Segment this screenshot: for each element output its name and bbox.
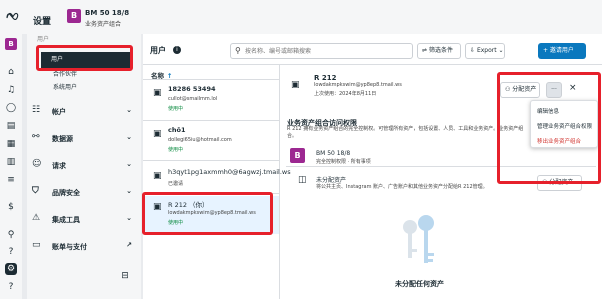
page-title: 设置 [33, 17, 52, 27]
section-title-users: 用户 [150, 46, 166, 55]
shield-icon: ⛉ [32, 186, 39, 196]
bookmark-icon[interactable]: ▤ [5, 120, 17, 132]
collapse-sidebar-icon[interactable]: ⊟ [119, 270, 131, 282]
user-card-icon: ▣ [153, 88, 162, 98]
chevron-down-icon: ⌄ [126, 214, 132, 222]
chevron-down-icon: ⌄ [126, 160, 132, 168]
unassigned-assets-icon: ◫ [298, 175, 307, 185]
list-divider [143, 160, 279, 161]
sidebar-section-billing[interactable]: ▭ 账单与支付 ↗ [32, 239, 132, 253]
user-group-icon: ☷ [32, 105, 41, 115]
export-button[interactable]: ⇩ Export ⌄ [465, 43, 505, 59]
external-link-icon: ↗ [126, 241, 132, 249]
search-icon[interactable]: ⚲ [5, 229, 17, 241]
business-avatar[interactable]: B [67, 9, 81, 23]
filter-button[interactable]: ⇌ 筛选条件 [417, 43, 461, 59]
database-icon: ⚯ [32, 132, 40, 142]
sidebar-section-brand-safety[interactable]: ⛉ 品牌安全 ⌄ [32, 185, 132, 199]
billing-icon: ▭ [32, 240, 41, 250]
user-card-icon: ▣ [153, 171, 162, 181]
asset-avatar: B [290, 148, 305, 163]
menu-icon[interactable]: ≡ [5, 174, 17, 186]
annotation-box-selected-user [142, 192, 273, 235]
detail-user-email: lowdakmpkswim@yp8ep8.tmail.ws [314, 82, 402, 88]
sidebar-item-system-users[interactable]: 系统用户 [53, 82, 77, 91]
sidebar-section-requests[interactable]: ☺ 请求 ⌄ [32, 158, 132, 172]
top-bar: 设置 B BM 50 18/8 业务资产组合 [0, 0, 602, 34]
rail-business-avatar[interactable]: B [5, 38, 17, 50]
search-input[interactable] [245, 46, 410, 57]
settings-sidebar: 用户 合作伙伴 系统用户 ☷ 帐户 ⌄ ⚯ 数据源 ⌄ ☺ 请求 ⌄ ⛉ 品牌安… [27, 34, 141, 299]
dollar-icon[interactable]: $ [5, 201, 17, 213]
export-icon: ⇩ [470, 47, 477, 54]
asset-name: BM 50 18/8 [316, 150, 351, 157]
empty-state-title: 未分配任何资产 [395, 280, 444, 288]
sidebar-section-data-sources[interactable]: ⚯ 数据源 ⌄ [32, 131, 132, 145]
help-icon[interactable]: ? [5, 246, 17, 258]
unassigned-assets-description: 将公共主页、Instagram 账户、广告账户和其他业务资产分配给R 212管理… [316, 184, 488, 190]
chevron-down-icon: ⌄ [126, 106, 132, 114]
search-box[interactable]: ⚲ [230, 43, 413, 59]
settings-icon[interactable]: ⚙ [5, 263, 17, 275]
home-icon[interactable]: ⌂ [5, 66, 17, 78]
user-list-item[interactable]: ▣ 18286 53494 cullot@smailmm.lol 使用中 [143, 82, 279, 122]
user-list-item[interactable]: ▣ chô1 dollegi65iu@hotmail.com 使用中 [143, 123, 279, 163]
chat-icon[interactable]: ◯ [5, 102, 17, 114]
portfolio-access-description: R 212 拥有业务资产组合的完全控制权。可管理所有资产，包括设置、人员、工具和… [287, 126, 524, 139]
chevron-down-icon: ⌄ [496, 47, 504, 54]
user-detail-icon: ▣ [291, 80, 300, 90]
keys-illustration [403, 215, 434, 263]
icon-rail: B ⌂ ♫ ◯ ▤ ▦ ▥ ≡ $ ⚲ ? ⚙ ? [0, 34, 22, 299]
user-card-icon: ▣ [153, 129, 162, 139]
sidebar-cut-label: 用户 [37, 36, 50, 43]
annotation-box-sidebar-users [36, 45, 133, 71]
search-icon: ⚲ [235, 46, 241, 55]
list-divider [143, 79, 279, 80]
question-icon[interactable]: ? [5, 281, 17, 293]
list-divider [143, 120, 279, 121]
detail-user-name: R 212 [314, 74, 337, 82]
info-icon[interactable]: i [173, 46, 181, 54]
detail-last-active: 上次使用：2024年8月11日 [314, 91, 377, 97]
sidebar-section-accounts[interactable]: ☷ 帐户 ⌄ [32, 104, 132, 118]
chevron-down-icon: ⌄ [126, 133, 132, 141]
user-plus-icon: ☺ [32, 159, 42, 169]
bell-icon[interactable]: ♫ [5, 84, 17, 96]
table-icon[interactable]: ▦ [5, 138, 17, 150]
business-name[interactable]: BM 50 18/8 [85, 9, 129, 17]
filter-icon: ⇌ [422, 47, 429, 54]
chart-icon[interactable]: ▥ [5, 156, 17, 168]
business-subtitle: 业务资产组合 [85, 21, 122, 28]
annotation-box-options-menu [497, 72, 601, 184]
sidebar-section-integrations[interactable]: ⚠ 集成工具 ⌄ [32, 212, 132, 226]
asset-permission: 完全控制权限 · 所有事项 [316, 159, 371, 165]
add-user-button[interactable]: + 邀请用户 [538, 43, 586, 59]
meta-logo-icon[interactable] [6, 12, 20, 20]
chevron-down-icon: ⌄ [126, 187, 132, 195]
integration-icon: ⚠ [32, 213, 41, 223]
